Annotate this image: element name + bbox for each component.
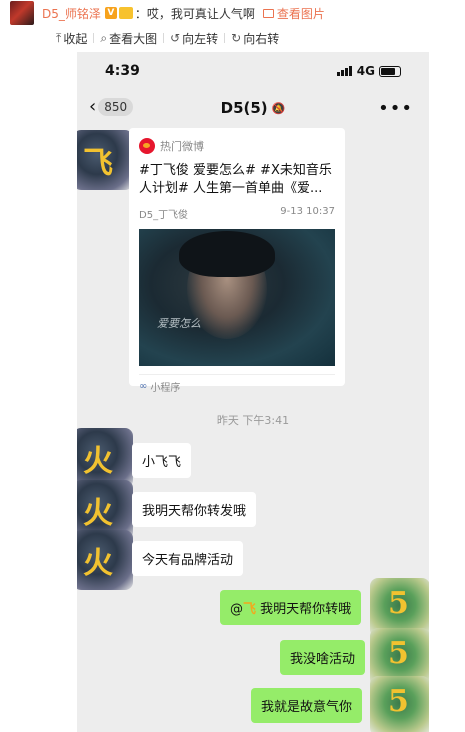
image-toolbar: ⤒ 收起 ⌕ 查看大图 ↺ 向左转 ↻ 向右转 — [56, 26, 279, 50]
mini-program-title: #丁飞俊 爱要怎么# #X未知音乐人计划# 人生第一首单曲《爱... — [139, 163, 332, 196]
image-caption: 爱要怎么 — [157, 317, 201, 330]
chat-title: D5(5) — [220, 99, 268, 117]
rotate-left-icon: ↺ — [170, 31, 181, 45]
fan-badge-icon — [118, 7, 133, 19]
chat-screenshot[interactable]: 4:39 4G ‹ 850 D5(5) 🔕 ••• 飞 热门微博 #丁飞俊 爱要… — [77, 52, 429, 732]
mention-at: @ — [230, 602, 243, 617]
avatar-glyph: 火 — [83, 546, 113, 581]
mini-program-icon: ∞ — [139, 381, 148, 392]
portrait-hair — [179, 231, 275, 277]
mini-program-footer: ∞ 小程序 — [139, 374, 335, 394]
message-bubble[interactable]: 小飞飞 — [132, 443, 192, 478]
pic-icon — [262, 8, 274, 18]
divider — [163, 33, 165, 43]
avatar[interactable]: 5 — [370, 676, 429, 732]
collapse-button[interactable]: ⤒ 收起 — [56, 30, 87, 47]
rotate-left-label: 向左转 — [182, 31, 219, 46]
rotate-left-button[interactable]: ↺ 向左转 — [170, 30, 218, 47]
search-icon: ⌕ — [100, 30, 108, 45]
more-icon[interactable]: ••• — [378, 98, 413, 119]
avatar-glyph: 5 — [388, 636, 409, 671]
view-picture-label: 查看图片 — [276, 6, 325, 21]
unread-count: 850 — [98, 97, 134, 116]
divider — [93, 33, 95, 43]
comment-username[interactable]: D5_师铭泽 — [42, 5, 101, 22]
comment-row: D5_师铭泽 V ：哎，我可真让人气啊 查看图片 — [0, 0, 465, 26]
status-bar: 4:39 4G — [77, 52, 429, 90]
mention-mark: 飞 — [243, 602, 257, 617]
avatar-glyph: 5 — [388, 586, 409, 621]
collapse-icon: ⤒ — [56, 30, 62, 45]
signal-icon — [336, 66, 353, 76]
message-bubble[interactable]: 今天有品牌活动 — [132, 541, 244, 576]
network-label: 4G — [356, 64, 375, 78]
avatar[interactable] — [10, 1, 34, 25]
mini-program-meta: D5_丁飞俊 9-13 10:37 — [139, 206, 335, 221]
rotate-right-button[interactable]: ↻ 向右转 — [231, 30, 279, 47]
avatar[interactable]: 火 — [77, 428, 133, 488]
chat-nav-bar: ‹ 850 D5(5) 🔕 ••• — [77, 90, 429, 126]
mini-program-header: 热门微博 — [139, 138, 335, 154]
avatar-glyph: 5 — [388, 684, 409, 719]
back-button[interactable]: ‹ 850 — [89, 96, 134, 117]
mini-program-card[interactable]: 热门微博 #丁飞俊 爱要怎么# #X未知音乐人计划# 人生第一首单曲《爱... … — [129, 128, 345, 394]
avatar-glyph: 飞 — [83, 146, 113, 181]
mini-program-source: 热门微博 — [160, 140, 204, 153]
avatar-glyph: 火 — [83, 444, 113, 479]
avatar[interactable]: 飞 — [77, 130, 133, 190]
comment-text: ：哎，我可真让人气啊 — [134, 6, 255, 21]
chat-timestamp: 昨天 下午3:41 — [216, 414, 290, 427]
mute-icon: 🔕 — [271, 101, 286, 115]
back-chevron-icon: ‹ — [89, 96, 97, 117]
mini-program-footer-label: 小程序 — [150, 383, 181, 394]
status-time: 4:39 — [105, 63, 140, 79]
mini-program-image: 爱要怎么 — [139, 229, 335, 366]
rotate-right-label: 向右转 — [243, 31, 280, 46]
avatar-glyph: 火 — [83, 496, 113, 531]
view-large-label: 查看大图 — [109, 31, 158, 46]
weibo-logo-icon — [139, 138, 155, 154]
message-bubble[interactable]: 我明天帮你转发哦 — [132, 492, 257, 527]
mini-program-author: D5_丁飞俊 — [139, 210, 189, 221]
mini-program-date: 9-13 10:37 — [280, 206, 335, 217]
view-picture-link[interactable]: 查看图片 — [262, 5, 325, 22]
status-indicators: 4G — [336, 64, 401, 78]
view-large-button[interactable]: ⌕ 查看大图 — [100, 30, 157, 47]
message-bubble[interactable]: 我就是故意气你 — [251, 688, 363, 723]
message-text: 我明天帮你转哦 — [256, 602, 352, 617]
rotate-right-icon: ↻ — [231, 31, 242, 45]
collapse-label: 收起 — [63, 31, 88, 46]
vip-badge-icon: V — [104, 7, 117, 19]
message-bubble[interactable]: 我没啥活动 — [280, 640, 366, 675]
message-bubble[interactable]: @飞 我明天帮你转哦 — [220, 590, 362, 625]
battery-icon — [379, 65, 401, 77]
avatar[interactable]: 火 — [77, 530, 133, 590]
divider — [224, 33, 226, 43]
